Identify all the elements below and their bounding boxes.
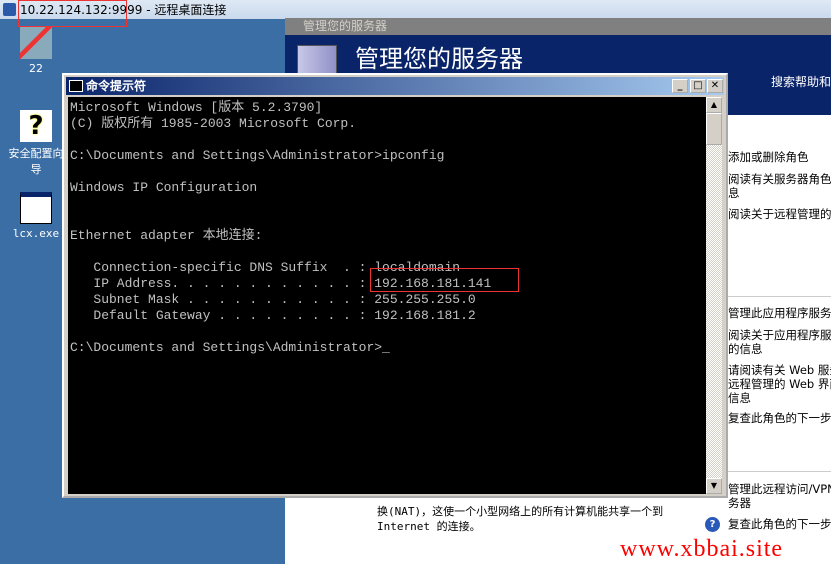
link-add-remove-roles[interactable]: 添加或删除角色 [728, 150, 809, 164]
desktop-icon-label: lcx.exe [12, 227, 60, 240]
link-text[interactable]: 远程管理的 Web 界面 [728, 377, 831, 391]
console-line: (C) 版权所有 1985-2003 Microsoft Corp. [70, 116, 357, 131]
console-line: IP Address. . . . . . . . . . . . : 192.… [70, 276, 492, 291]
console-line: C:\Documents and Settings\Administrator>… [70, 148, 445, 163]
cmd-title: 命令提示符 [86, 79, 147, 93]
divider [728, 471, 831, 472]
minimize-button[interactable]: _ [672, 79, 688, 93]
console-output[interactable]: Microsoft Windows [版本 5.2.3790] (C) 版权所有 … [68, 97, 706, 494]
desktop-icon-lcx[interactable]: lcx.exe [4, 192, 68, 240]
desktop-icon-security-wizard[interactable]: ? 安全配置向导 [4, 110, 68, 177]
scroll-down-button[interactable]: ▼ [706, 478, 722, 494]
link-next-steps-2[interactable]: 复查此角色的下一步 [728, 517, 831, 531]
link-manage-app-server[interactable]: 管理此应用程序服务 [728, 306, 831, 320]
console-line: Subnet Mask . . . . . . . . . . . : 255.… [70, 292, 476, 307]
description-line: 换(NAT)，这使一个小型网络上的所有计算机能共享一个到 [377, 505, 664, 518]
desktop-icon-label: 22 [29, 62, 43, 75]
close-button[interactable]: ✕ [707, 79, 723, 93]
vertical-scrollbar[interactable]: ▲ ▼ [706, 97, 722, 494]
search-help-link[interactable]: 搜索帮助和 [771, 73, 831, 90]
cmd-icon [69, 80, 83, 92]
console-line: Connection-specific DNS Suffix . : local… [70, 260, 461, 275]
scroll-thumb[interactable] [706, 113, 722, 145]
link-app-server-info[interactable]: 阅读关于应用程序服 [728, 328, 831, 342]
desktop-icon-label: 安全配置向导 [8, 147, 64, 176]
help-icon: ? [705, 517, 720, 532]
cmd-title-bar[interactable]: 命令提示符 _ □ ✕ [66, 77, 724, 95]
link-text[interactable]: 务器 [728, 496, 751, 510]
link-text[interactable]: 息 [728, 186, 740, 200]
exe-window-icon [20, 192, 52, 224]
remote-desktop-icon [3, 3, 16, 16]
manage-server-title-bar: 管理您的服务器 [285, 18, 831, 35]
link-web-admin[interactable]: 请阅读有关 Web 服务 [728, 363, 831, 377]
network-computer-icon [20, 27, 52, 59]
scroll-up-button[interactable]: ▲ [706, 97, 722, 113]
console-line: C:\Documents and Settings\Administrator>… [70, 340, 390, 355]
rdp-title-bar: 10.22.124.132:9999 - 远程桌面连接 [0, 0, 831, 19]
console-line: Ethernet adapter 本地连接: [70, 228, 263, 243]
link-next-steps[interactable]: 复查此角色的下一步 [728, 411, 831, 425]
console-line: Microsoft Windows [版本 5.2.3790] [70, 100, 323, 115]
link-text[interactable]: 的信息 [728, 342, 763, 356]
command-prompt-window: 命令提示符 _ □ ✕ Microsoft Windows [版本 5.2.37… [62, 73, 728, 498]
console-line: Default Gateway . . . . . . . . . : 192.… [70, 308, 476, 323]
link-remote-admin[interactable]: 阅读关于远程管理的 [728, 207, 831, 221]
link-text[interactable]: 信息 [728, 391, 751, 405]
security-wizard-icon: ? [20, 110, 52, 142]
nat-description: 换(NAT)，这使一个小型网络上的所有计算机能共享一个到 Internet 的连… [377, 504, 663, 534]
manage-server-heading: 管理您的服务器 [355, 45, 523, 73]
watermark: www.xbbai.site [620, 536, 784, 562]
link-server-roles[interactable]: 阅读有关服务器角色 [728, 172, 831, 186]
maximize-button[interactable]: □ [690, 79, 706, 93]
console-line: Windows IP Configuration [70, 180, 258, 195]
rdp-title: 10.22.124.132:9999 - 远程桌面连接 [20, 3, 227, 17]
desktop-icon-22[interactable]: 22 [4, 27, 68, 75]
divider [728, 296, 831, 297]
link-manage-vpn[interactable]: 管理此远程访问/VPN [728, 482, 831, 496]
description-line: Internet 的连接。 [377, 520, 481, 533]
